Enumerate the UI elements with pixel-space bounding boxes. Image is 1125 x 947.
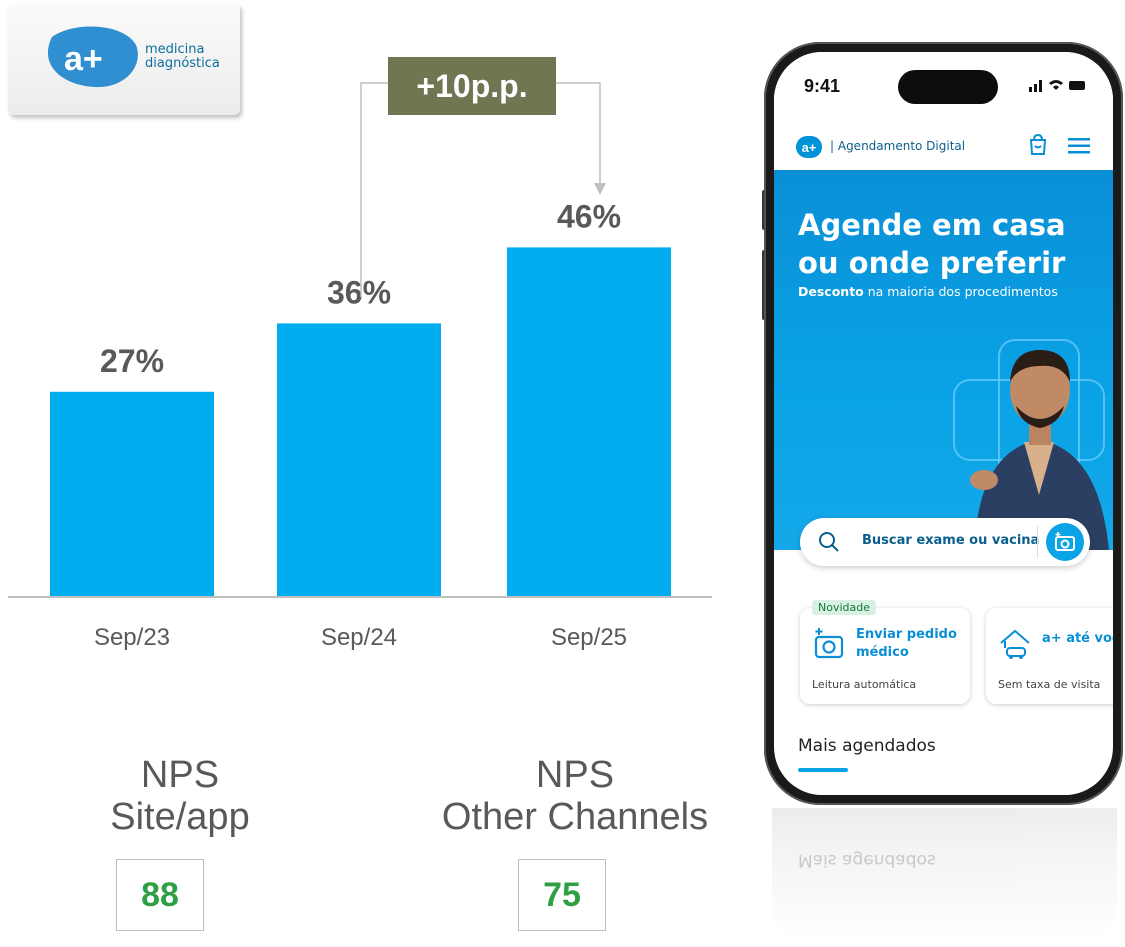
status-time: 9:41	[804, 76, 841, 96]
hero-subtitle-rest: na maioria dos procedimentos	[863, 284, 1058, 299]
nps-site-value: 88	[116, 859, 204, 931]
hero-title-line1: Agende em casa	[798, 208, 1066, 242]
value-label: 36%	[327, 274, 391, 310]
nps-site-title-line2: Site/app	[110, 796, 250, 838]
search-icon	[819, 532, 839, 552]
signal-icon	[1029, 80, 1085, 92]
hero-person-image	[953, 339, 1109, 550]
home-car-icon	[1000, 629, 1030, 659]
bar-sep-25	[507, 247, 671, 597]
delta-badge: +10p.p.	[388, 57, 556, 115]
shopping-bag-icon[interactable]	[1028, 134, 1048, 156]
search-divider	[1037, 526, 1038, 558]
new-badge: Novidade	[812, 600, 876, 615]
app-title: | Agendamento Digital	[830, 139, 966, 153]
app-header: a+ | Agendamento Digital	[774, 124, 1113, 171]
card-send-prescription-title-line1: Enviar pedido	[856, 627, 957, 642]
nps-other-title-line2: Other Channels	[441, 796, 709, 838]
x-tick-label: Sep/25	[551, 624, 627, 651]
status-icons	[1029, 78, 1087, 95]
menu-icon[interactable]	[1068, 138, 1090, 154]
value-label: 46%	[557, 198, 621, 234]
x-tick-label: Sep/23	[94, 624, 170, 651]
card-send-prescription-title: Enviar pedido médico	[856, 626, 957, 662]
hero-title: Agende em casa ou onde preferir	[798, 206, 1066, 282]
value-label: 27%	[100, 343, 164, 379]
dynamic-island	[898, 70, 998, 104]
hero-title-line2: ou onde preferir	[798, 246, 1066, 280]
hero-subtitle: Desconto na maioria dos procedimentos	[798, 284, 1058, 299]
app-logo[interactable]: a+	[796, 136, 822, 158]
status-bar: 9:41	[774, 52, 1113, 124]
nps-site-title-line1: NPS	[140, 754, 220, 796]
card-send-prescription-subtitle: Leitura automática	[812, 678, 917, 691]
search-input[interactable]: Buscar exame ou vacina	[862, 533, 1039, 548]
bar-sep-23	[50, 391, 214, 597]
hero-banner: Agende em casa ou onde preferir Desconto…	[774, 170, 1113, 550]
nps-site-title: NPS Site/app	[70, 754, 290, 838]
camera-upload-button[interactable]	[1046, 523, 1084, 561]
card-send-prescription[interactable]: Novidade Enviar pedido médico Leitura au…	[800, 600, 970, 704]
section-title-most-booked: Mais agendados	[798, 736, 936, 756]
nps-other-title-line1: NPS	[535, 754, 615, 796]
x-tick-label: Sep/24	[321, 624, 397, 651]
phone-reflection: Mais agendados	[772, 808, 1117, 943]
card-home-visit[interactable]: a+ até você Sem taxa de visita	[986, 608, 1113, 704]
phone-mockup: 9:41 a+ | Agendamento Digital Agende em …	[764, 42, 1123, 805]
phone-screen: 9:41 a+ | Agendamento Digital Agende em …	[774, 52, 1113, 795]
nps-other-value: 75	[518, 859, 606, 931]
hero-subtitle-bold: Desconto	[798, 284, 864, 299]
bar-sep-24	[277, 323, 441, 597]
section-underline	[798, 768, 848, 772]
reflection-text: Mais agendados	[798, 850, 936, 870]
bar-chart: 27% 36% 46% Sep/23 Sep/24 Sep/25	[8, 82, 712, 651]
camera-add-icon	[814, 628, 844, 659]
nps-other-title: NPS Other Channels	[420, 754, 730, 838]
card-send-prescription-title-line2: médico	[856, 645, 909, 660]
card-home-visit-title: a+ até você	[1042, 631, 1113, 646]
card-home-visit-subtitle: Sem taxa de visita	[998, 678, 1101, 691]
search-bar[interactable]: Buscar exame ou vacina	[800, 518, 1090, 566]
delta-arrowhead	[594, 183, 606, 195]
camera-icon	[1055, 532, 1075, 551]
